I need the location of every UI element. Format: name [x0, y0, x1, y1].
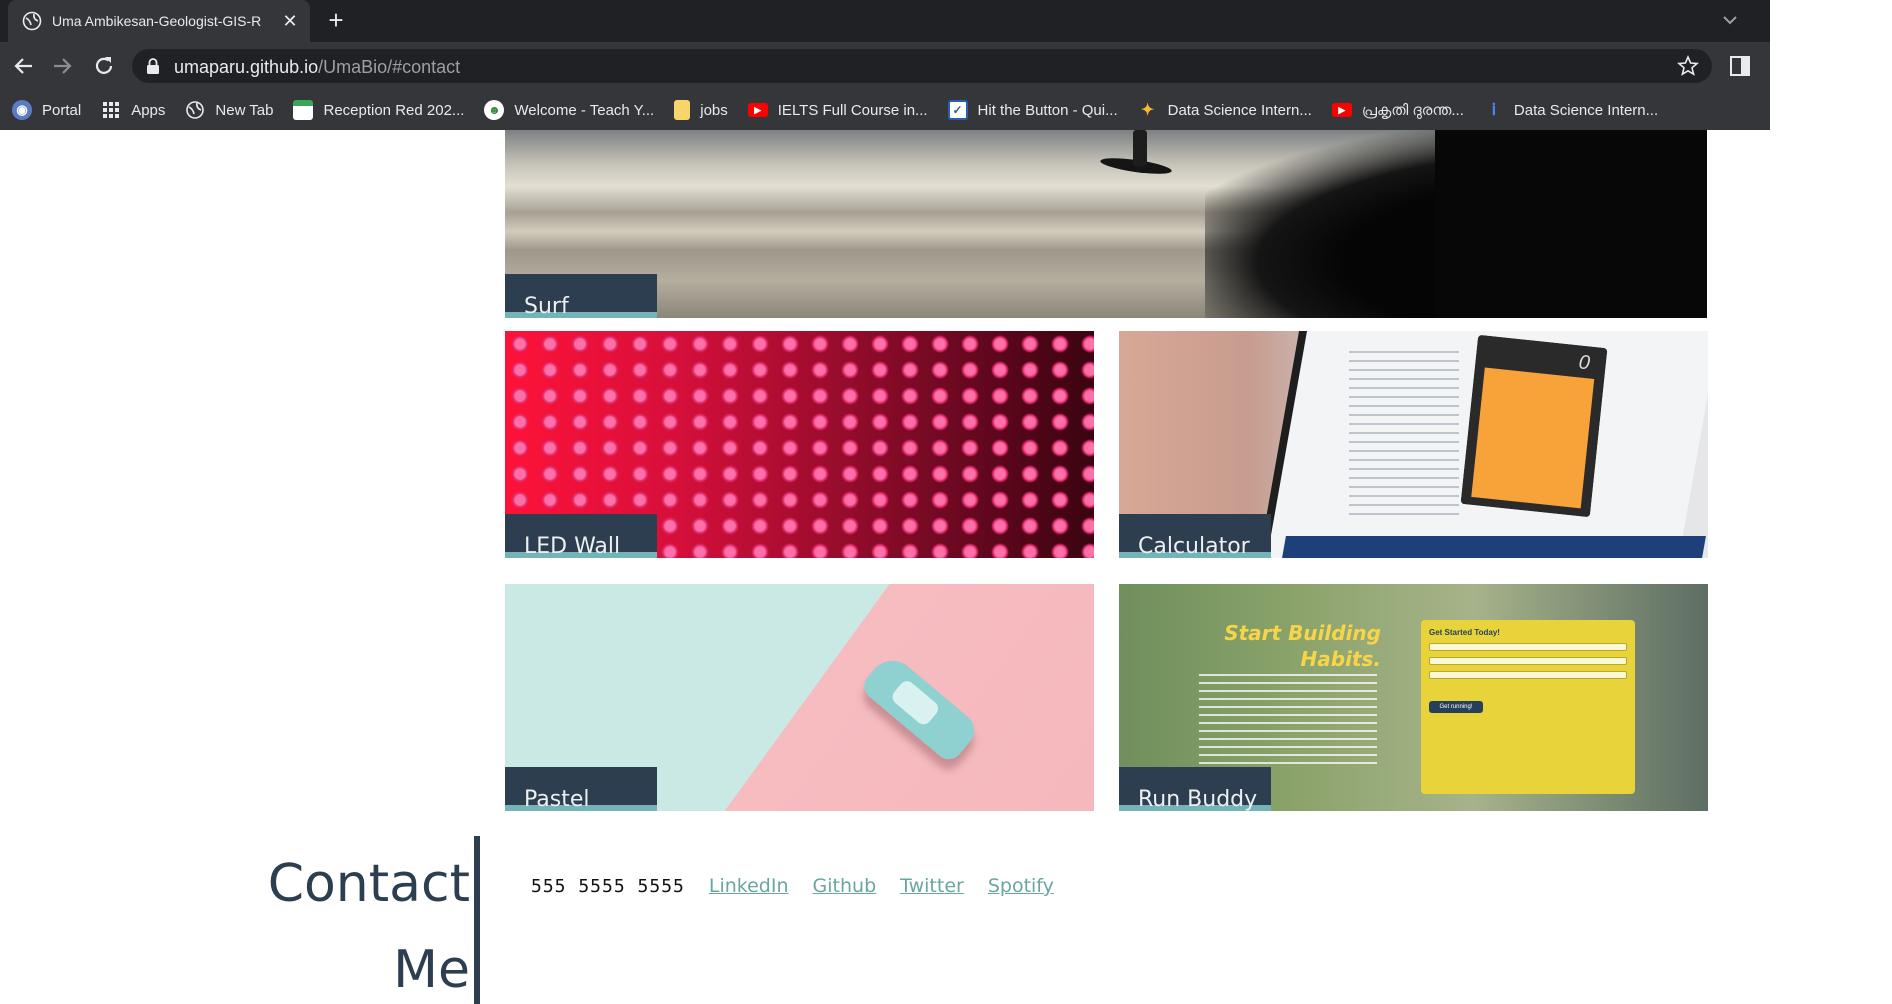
- youtube-icon: ▶: [1331, 103, 1352, 117]
- bookmark-data-science-2[interactable]: ⅰ Data Science Intern...: [1484, 100, 1658, 120]
- reload-icon[interactable]: [90, 52, 118, 80]
- toy-car-shape: [858, 651, 982, 765]
- portal-icon: ◉: [12, 100, 32, 120]
- contact-phone: 555 5555 5555: [531, 875, 685, 897]
- surf-image-dark-area: [1435, 130, 1707, 318]
- page-content: Surf LED Wall 0 Calculator Pastel Start …: [0, 130, 1770, 1004]
- lock-icon[interactable]: [146, 58, 160, 74]
- run-buddy-headline: Start Building Habits.: [1221, 620, 1381, 672]
- bookmark-label: Reception Red 202...: [323, 101, 465, 119]
- run-buddy-form-title: Get Started Today!: [1429, 628, 1500, 637]
- url-path: /UmaBio/#contact: [318, 57, 461, 77]
- star-logo-icon: ✦: [1140, 102, 1155, 119]
- project-card-run-buddy[interactable]: Start Building Habits. Get Started Today…: [1119, 584, 1708, 811]
- project-card-surf[interactable]: Surf: [505, 130, 1707, 318]
- browser-toolbar: umaparu.github.io/UmaBio/#contact: [0, 42, 1770, 90]
- forward-arrow-icon[interactable]: [48, 52, 76, 80]
- bookmark-hit-the-button[interactable]: ✓ Hit the Button - Qui...: [947, 100, 1118, 120]
- bookmark-label: Apps: [131, 101, 166, 119]
- surfer-shape: [1133, 130, 1147, 166]
- taskbar-shape: [1282, 536, 1706, 558]
- contact-divider: [474, 836, 480, 1004]
- tab-strip: Uma Ambikesan-Geologist-GIS-R ✕ +: [0, 0, 1770, 42]
- bookmark-label: Data Science Intern...: [1167, 101, 1312, 119]
- globe-icon: [186, 101, 205, 119]
- run-buddy-form-preview: Get Started Today! Get running!: [1421, 620, 1635, 794]
- contact-links: 555 5555 5555 LinkedIn Github Twitter Sp…: [531, 875, 1054, 897]
- bookmark-label: jobs: [700, 101, 728, 119]
- project-card-calculator[interactable]: 0 Calculator: [1119, 331, 1708, 558]
- address-bar[interactable]: umaparu.github.io/UmaBio/#contact: [132, 49, 1712, 83]
- bookmark-portal[interactable]: ◉ Portal: [12, 100, 81, 120]
- bookmark-jobs[interactable]: jobs: [674, 100, 728, 120]
- linkedin-link[interactable]: LinkedIn: [709, 875, 789, 897]
- close-tab-icon[interactable]: ✕: [280, 11, 300, 32]
- code-lines-shape: [1349, 351, 1459, 521]
- run-buddy-headline-line2: Habits.: [1300, 647, 1381, 671]
- bookmark-malayalam-video[interactable]: ▶ പ്രകൃതി ദുരന്ത...: [1331, 101, 1464, 119]
- form-field-shape: [1429, 643, 1627, 651]
- form-field-shape: [1429, 657, 1627, 665]
- contact-heading-line2: Me: [393, 940, 470, 1000]
- folder-icon: [674, 100, 691, 120]
- bookmark-label: Portal: [42, 101, 82, 119]
- project-label-pastel: Pastel: [505, 767, 657, 811]
- run-buddy-form-button: Get running!: [1429, 701, 1483, 713]
- project-label-run-buddy: Run Buddy: [1119, 767, 1271, 811]
- project-label-calculator: Calculator: [1119, 514, 1271, 558]
- project-card-led-wall[interactable]: LED Wall: [505, 331, 1094, 558]
- bookmark-label: Welcome - Teach Y...: [514, 101, 655, 119]
- bookmark-data-science-1[interactable]: ✦ Data Science Intern...: [1138, 100, 1312, 120]
- globe-icon: [22, 11, 42, 31]
- bookmark-label: പ്രകൃതി ദുരന്ത...: [1361, 101, 1464, 119]
- new-tab-button[interactable]: +: [322, 6, 350, 34]
- project-label-surf: Surf: [505, 274, 657, 318]
- project-card-pastel[interactable]: Pastel: [505, 584, 1094, 811]
- url-host: umaparu.github.io: [174, 57, 319, 77]
- contact-heading: Contact Me: [250, 841, 470, 1004]
- github-link[interactable]: Github: [813, 875, 877, 897]
- back-arrow-icon[interactable]: [10, 52, 38, 80]
- youtube-icon: ▶: [747, 103, 768, 117]
- bookmark-star-icon[interactable]: [1676, 54, 1700, 78]
- bookmark-apps[interactable]: Apps: [101, 100, 165, 120]
- project-label-led-wall: LED Wall: [505, 514, 657, 558]
- form-field-shape: [1429, 671, 1627, 679]
- bookmark-new-tab[interactable]: New Tab: [185, 100, 273, 120]
- bookmark-label: New Tab: [215, 101, 274, 119]
- run-buddy-headline-line1: Start Building: [1224, 621, 1381, 645]
- browser-tab[interactable]: Uma Ambikesan-Geologist-GIS-R ✕: [8, 0, 310, 42]
- run-buddy-blurb-lines: [1199, 674, 1377, 769]
- bookmark-label: Data Science Intern...: [1513, 101, 1659, 119]
- bookmarks-bar: ◉ Portal Apps New Tab Reception Red 202.…: [0, 90, 1770, 130]
- bookmark-welcome-teach[interactable]: ☻ Welcome - Teach Y...: [484, 100, 654, 120]
- run-buddy-form-button-label: Get running!: [1439, 704, 1473, 710]
- calculator-display: 0: [1577, 351, 1591, 375]
- spotify-link[interactable]: Spotify: [988, 875, 1054, 897]
- calculator-keypad-shape: 0: [1460, 334, 1608, 518]
- twitter-link[interactable]: Twitter: [900, 875, 964, 897]
- url-text[interactable]: umaparu.github.io/UmaBio/#contact: [174, 57, 460, 78]
- info-icon: ⅰ: [1491, 102, 1497, 119]
- bookmark-label: Hit the Button - Qui...: [977, 101, 1118, 119]
- check-icon: ✓: [947, 100, 968, 120]
- sheet-icon: [293, 100, 314, 120]
- bookmark-label: IELTS Full Course in...: [777, 101, 928, 119]
- bookmark-reception-red[interactable]: Reception Red 202...: [293, 100, 464, 120]
- contact-heading-line1: Contact: [267, 854, 470, 914]
- apps-grid-icon: [103, 102, 120, 118]
- browser-chrome: Uma Ambikesan-Geologist-GIS-R ✕ + umapar…: [0, 0, 1770, 130]
- form-text-shape: [1429, 685, 1548, 691]
- teach-icon: ☻: [484, 100, 505, 120]
- tab-title: Uma Ambikesan-Geologist-GIS-R: [52, 13, 262, 29]
- bookmark-ielts[interactable]: ▶ IELTS Full Course in...: [747, 101, 928, 119]
- side-panel-icon[interactable]: [1726, 52, 1754, 80]
- tab-search-chevron-icon[interactable]: [1718, 8, 1742, 32]
